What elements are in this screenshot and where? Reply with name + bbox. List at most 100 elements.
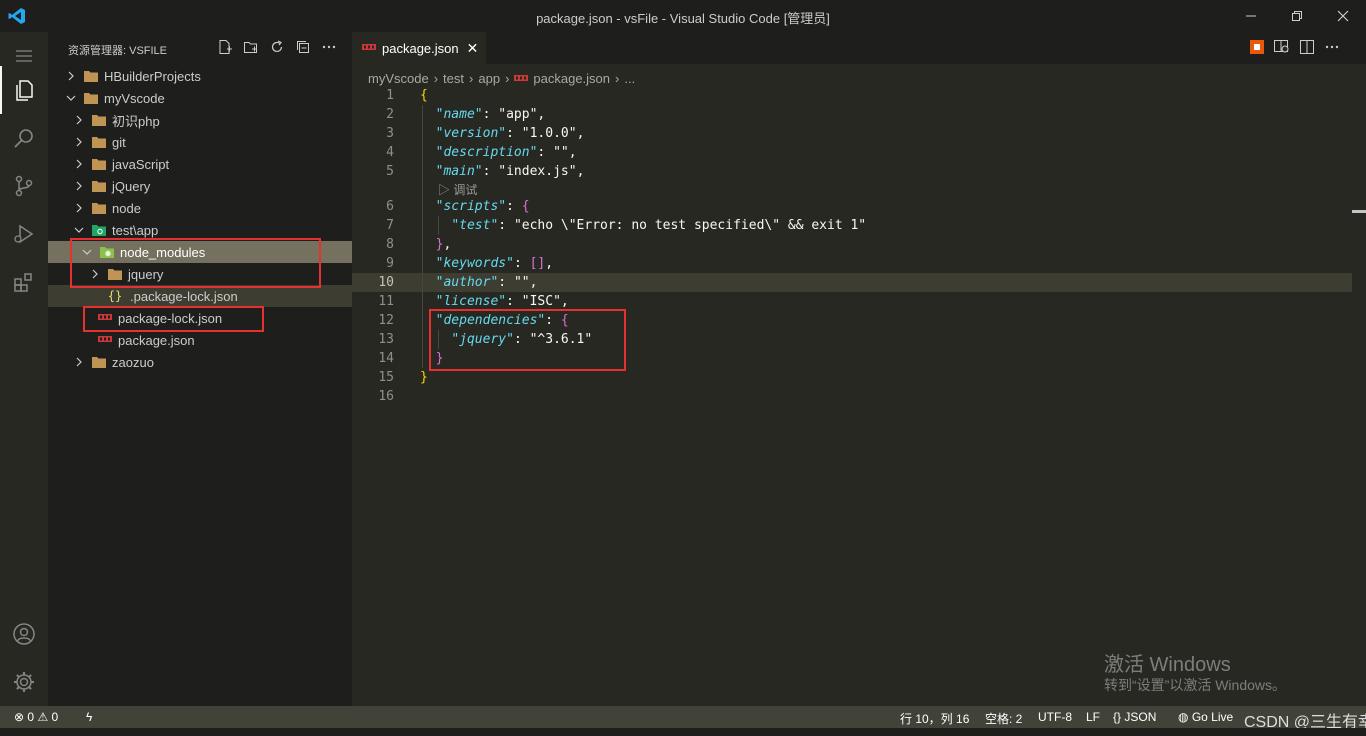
- code-line[interactable]: 14 }: [352, 349, 1352, 368]
- split-editor-icon[interactable]: [1300, 40, 1314, 57]
- tree-item-package-lock[interactable]: package-lock.json: [48, 307, 402, 329]
- folder-icon: [108, 267, 122, 281]
- warning-count: 0: [51, 710, 59, 724]
- code-line[interactable]: 16: [352, 387, 1352, 406]
- account-icon[interactable]: [0, 610, 48, 658]
- tree-item-hbuilderprojects[interactable]: HBuilderProjects: [48, 65, 368, 87]
- problems-indicator[interactable]: ⊗ 0 ⚠ 0: [14, 710, 58, 724]
- scrollbar-marker[interactable]: [1352, 210, 1366, 213]
- npm-icon: [98, 311, 112, 325]
- breadcrumb-item[interactable]: package.json: [533, 71, 610, 86]
- go-live-button[interactable]: ◍ Go Live: [1178, 710, 1233, 724]
- close-tab-icon[interactable]: ✕: [467, 40, 479, 57]
- taskbar-edge: [0, 728, 1366, 736]
- tree-item-jquery-folder[interactable]: jQuery: [48, 175, 376, 197]
- tree-item-zaozuo[interactable]: zaozuo: [48, 351, 376, 373]
- code-text: "jquery": "^3.6.1": [451, 332, 593, 347]
- tree-item-package-json[interactable]: package.json: [48, 329, 402, 351]
- code-text: "main": "index.js",: [435, 164, 585, 179]
- tree-item-jquery-module[interactable]: jquery: [48, 263, 392, 285]
- code-line[interactable]: 6 "scripts": {: [352, 197, 1352, 216]
- folder-icon: [92, 201, 106, 215]
- tree-item-test-app[interactable]: test\app: [48, 219, 376, 241]
- new-file-icon[interactable]: [216, 38, 234, 56]
- search-icon[interactable]: [0, 114, 48, 162]
- line-number: 9: [386, 256, 394, 271]
- collapse-all-icon[interactable]: [294, 38, 312, 56]
- code-line[interactable]: 11 "license": "ISC",: [352, 292, 1352, 311]
- folder-open-icon: [84, 91, 98, 105]
- code-line[interactable]: 2 "name": "app",: [352, 105, 1352, 124]
- new-folder-icon[interactable]: [242, 38, 260, 56]
- folder-icon: [92, 135, 106, 149]
- activity-bar: [0, 32, 49, 706]
- explorer-icon[interactable]: [0, 66, 48, 114]
- npm-icon: [362, 41, 376, 55]
- extensions-icon[interactable]: [0, 258, 48, 306]
- code-line[interactable]: 5 "main": "index.js",: [352, 162, 1352, 181]
- restore-button[interactable]: [1274, 0, 1320, 32]
- code-line[interactable]: 1{: [352, 86, 1352, 105]
- code-text: },: [435, 237, 452, 252]
- code-text: "scripts": {: [435, 199, 530, 214]
- end-of-line[interactable]: LF: [1086, 710, 1100, 724]
- tree-item-label: myVscode: [104, 90, 165, 106]
- breadcrumb-item[interactable]: ...: [624, 71, 635, 86]
- extension-action-icon[interactable]: [1250, 40, 1264, 57]
- tree-item-label: jquery: [128, 266, 164, 282]
- encoding[interactable]: UTF-8: [1038, 710, 1072, 724]
- chevron-down-icon: [80, 245, 94, 259]
- debug-codelens[interactable]: ▷ 调试: [438, 181, 477, 198]
- code-line[interactable]: 7 "test": "echo \"Error: no test specifi…: [352, 216, 1352, 235]
- line-number: 3: [386, 126, 394, 141]
- code-text: }: [435, 351, 444, 366]
- tree-item-php[interactable]: 初识php: [48, 109, 376, 131]
- code-line[interactable]: 3 "version": "1.0.0",: [352, 124, 1352, 143]
- braces-icon: {}: [1113, 710, 1122, 724]
- more-actions-icon[interactable]: [1324, 40, 1340, 57]
- code-line[interactable]: 15}: [352, 368, 1352, 387]
- refresh-icon[interactable]: [268, 38, 286, 56]
- indent-guide: [422, 105, 423, 368]
- minimize-button[interactable]: [1228, 0, 1274, 32]
- indentation[interactable]: 空格: 2: [985, 710, 1022, 727]
- breadcrumb: myVscode › test › app › package.json › .…: [368, 68, 635, 88]
- line-number: 13: [378, 332, 394, 347]
- code-line[interactable]: 10 "author": "",: [352, 273, 1352, 292]
- tree-item-label: 初识php: [112, 113, 160, 129]
- tree-item-label: package.json: [118, 332, 195, 348]
- tree-item-node[interactable]: node: [48, 197, 376, 219]
- tree-item-label: javaScript: [112, 156, 170, 172]
- breadcrumb-item[interactable]: myVscode: [368, 71, 429, 86]
- code-line[interactable]: 13 "jquery": "^3.6.1": [352, 330, 1352, 349]
- more-actions-icon[interactable]: [320, 38, 338, 56]
- open-preview-icon[interactable]: [1274, 40, 1290, 57]
- code-text: }: [420, 370, 428, 385]
- tree-item-label: HBuilderProjects: [104, 68, 201, 84]
- chevron-right-icon: ›: [505, 70, 510, 86]
- settings-gear-icon[interactable]: [0, 658, 48, 706]
- chevron-right-icon: [72, 135, 86, 149]
- tab-bar: package.json ✕: [352, 32, 1366, 64]
- tree-item-myvscode[interactable]: myVscode: [48, 87, 368, 109]
- folder-icon: [92, 355, 106, 369]
- language-mode[interactable]: {} JSON: [1113, 710, 1156, 724]
- cursor-position[interactable]: 行 10，列 16: [900, 710, 969, 727]
- tree-item-git[interactable]: git: [48, 131, 376, 153]
- close-window-button[interactable]: [1320, 0, 1366, 32]
- tree-item-javascript[interactable]: javaScript: [48, 153, 376, 175]
- code-text: "author": "",: [435, 275, 538, 290]
- code-line[interactable]: 4 "description": "",: [352, 143, 1352, 162]
- tree-item-node-modules[interactable]: node_modules: [48, 241, 384, 263]
- explorer-title: 资源管理器: VSFILE: [68, 45, 168, 57]
- breadcrumb-item[interactable]: test: [443, 71, 464, 86]
- tab-package-json[interactable]: package.json ✕: [352, 32, 486, 64]
- code-line[interactable]: 8 },: [352, 235, 1352, 254]
- run-debug-icon[interactable]: [0, 210, 48, 258]
- code-line[interactable]: 12 "dependencies": {: [352, 311, 1352, 330]
- chevron-right-icon: ›: [433, 70, 439, 86]
- source-control-icon[interactable]: [0, 162, 48, 210]
- code-line[interactable]: 9 "keywords": [],: [352, 254, 1352, 273]
- lightning-icon[interactable]: ϟ: [86, 710, 92, 724]
- breadcrumb-item[interactable]: app: [478, 71, 500, 86]
